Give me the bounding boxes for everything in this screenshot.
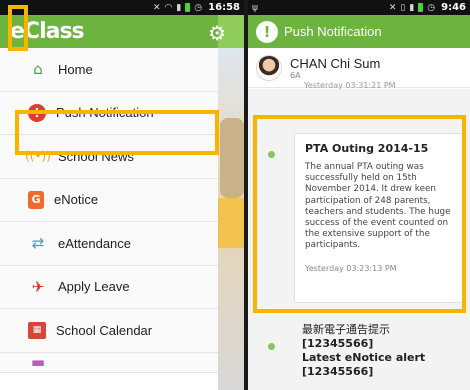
page-title: Push Notification: [284, 24, 382, 39]
highlight-box-logo: [8, 5, 28, 51]
notification-line: 最新電子通告提示: [302, 323, 390, 336]
sender-name: CHAN Chi Sum: [290, 55, 381, 71]
notice-icon: G: [28, 190, 44, 209]
menu-item-label: Home: [58, 61, 93, 77]
signal-icon: ▮: [409, 2, 415, 13]
wifi-icon: ◠: [164, 2, 173, 13]
homework-icon: ▬: [30, 353, 46, 371]
menu-item-label: eNotice: [54, 192, 99, 208]
battery-icon: [418, 3, 424, 12]
timeline-dot: [268, 343, 275, 350]
notification-line: [12345566]: [302, 337, 374, 350]
cutoff-timestamp: Yesterday 03:31:21 PM: [304, 81, 396, 90]
menu-item-home[interactable]: ⌂ Home: [0, 48, 218, 92]
menu-item-eattendance[interactable]: ⇄ eAttendance: [0, 222, 218, 266]
background-app-peek: [218, 48, 244, 390]
battery-icon: [185, 3, 191, 12]
leave-icon: ✈: [31, 277, 45, 296]
menu-item-apply-leave[interactable]: ✈ Apply Leave: [0, 265, 218, 309]
gear-icon[interactable]: ⚙: [208, 21, 226, 45]
notification-line: [12345566]: [302, 365, 374, 378]
app-bar: eClass ⚙: [0, 15, 244, 48]
sender-class: 6A: [290, 70, 301, 80]
alert-icon: !: [256, 20, 278, 43]
notification-card[interactable]: 最新電子通告提示 [12345566] Latest eNotice alert…: [294, 319, 466, 390]
vibrate-icon: ▯: [400, 2, 406, 13]
home-icon: ⌂: [33, 60, 43, 79]
menu-item-school-calendar[interactable]: ▦ School Calendar: [0, 309, 218, 353]
notification-line: Latest eNotice alert: [302, 351, 426, 364]
menu-item-label: eAttendance: [58, 235, 132, 251]
menu-item-partial[interactable]: ▬: [0, 352, 218, 373]
background-banner: [218, 198, 244, 248]
status-time: 16:58: [208, 2, 240, 13]
signal-icon: ▮: [176, 2, 182, 13]
status-time: 9:46: [441, 2, 466, 13]
menu-item-enotice[interactable]: G eNotice: [0, 178, 218, 222]
menu-item-label: Apply Leave: [58, 279, 130, 295]
usb-icon: ψ: [252, 2, 258, 13]
alarm-icon: ◷: [427, 2, 436, 13]
app-bar[interactable]: ! Push Notification: [248, 15, 470, 48]
left-phone-screen: ✕ ◠ ▮ ◷ 16:58 eClass ⚙ ⌂ Home ! Push Not…: [0, 0, 244, 390]
alarm-icon: ◷: [194, 2, 203, 13]
swap-arrows-icon: ⇄: [31, 234, 45, 253]
highlight-box-card: [253, 115, 466, 313]
highlight-box-menu: [15, 110, 219, 155]
mute-icon: ✕: [152, 2, 161, 13]
background-photo: [220, 118, 244, 198]
status-bar: ψ ✕ ▯ ▮ ◷ 9:46: [248, 0, 470, 15]
avatar: [256, 54, 282, 81]
status-bar: ✕ ◠ ▮ ◷ 16:58: [0, 0, 244, 15]
calendar-icon: ▦: [28, 321, 46, 339]
menu-item-label: School Calendar: [56, 322, 153, 338]
navigation-menu: ⌂ Home ! Push Notification ((•)) School …: [0, 48, 218, 373]
mute-icon: ✕: [388, 2, 397, 13]
